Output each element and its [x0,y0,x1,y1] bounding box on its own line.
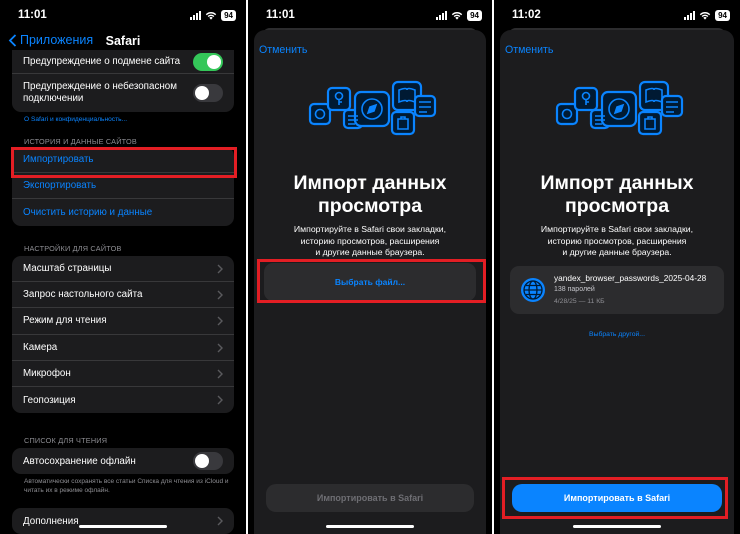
site-settings-header: НАСТРОЙКИ ДЛЯ САЙТОВ [24,244,122,253]
settings-screen: 11:01 94 Приложения Safari Предупреждени… [0,0,246,534]
chevron-right-icon [217,290,223,300]
choose-other-link[interactable]: Выбрать другой... [500,331,734,338]
extensions-group: Дополнения [12,508,234,534]
status-bar: 11:01 94 [0,0,246,30]
status-time: 11:01 [18,9,47,21]
chevron-right-icon [217,316,223,326]
clear-history-row[interactable]: Очистить историю и данные [12,199,234,225]
home-indicator [79,525,167,528]
autosave-row: Автосохранение офлайн [12,448,234,474]
import-illustration-icon [555,80,684,136]
fraud-warning-row: Предупреждение о подмене сайта [12,50,234,74]
cellular-signal-icon [684,11,696,20]
wifi-icon [205,12,217,20]
camera-row[interactable]: Камера [12,335,234,361]
chevron-right-icon [217,369,223,379]
cancel-button[interactable]: Отменить [259,44,307,56]
battery-icon: 94 [467,10,482,21]
extensions-row[interactable]: Дополнения [12,508,234,534]
reading-list-group: Автосохранение офлайн [12,448,234,475]
page-title: Safari [105,34,141,48]
desktop-site-label: Запрос настольного сайта [23,289,143,301]
import-illustration-icon [308,80,437,136]
sheet-description: Импортируйте в Safari свои закладки, ист… [293,224,447,258]
security-group: Предупреждение о подмене сайта Предупреж… [12,50,234,112]
sheet-title: Импорт данных просмотра [293,172,447,217]
reader-row[interactable]: Режим для чтения [12,308,234,335]
autosave-note: Автоматически сохранять все статьи Списк… [24,478,229,494]
fraud-warning-toggle[interactable] [193,52,223,71]
cellular-signal-icon [436,11,448,20]
autosave-toggle[interactable] [193,452,223,471]
desktop-site-row[interactable]: Запрос настольного сайта [12,282,234,309]
file-meta: 4/28/25 — 11 КБ [554,298,605,305]
sheet-description: Импортируйте в Safari свои закладки, ист… [540,224,694,258]
chevron-right-icon [217,264,223,274]
about-safari-privacy-link[interactable]: О Safari и конфиденциальность... [24,116,127,123]
status-time: 11:01 [266,9,295,21]
chevron-right-icon [217,343,223,353]
reading-list-header: СПИСОК ДЛЯ ЧТЕНИЯ [24,436,108,445]
fraud-warning-label: Предупреждение о подмене сайта [23,56,181,67]
highlight-import [11,147,237,178]
cancel-button[interactable]: Отменить [505,44,553,56]
location-label: Геопозиция [23,394,76,406]
chevron-right-icon [217,516,223,526]
import-sheet-screen: 11:01 94 Отменить Импорт данных просмотр… [248,0,492,534]
battery-icon: 94 [715,10,730,21]
selected-file-card[interactable]: yandex_browser_passwords_2025-04-28 138 … [510,266,724,314]
globe-icon [521,278,545,302]
history-section-header: ИСТОРИЯ И ДАННЫЕ САЙТОВ [24,137,137,146]
wifi-icon [699,12,711,20]
battery-icon: 94 [221,10,236,21]
import-sheet-file-selected-screen: 11:02 94 Отменить Импорт данных просмотр… [494,0,740,534]
highlight-choose-file [257,259,486,303]
file-password-count: 138 паролей [554,286,595,293]
microphone-row[interactable]: Микрофон [12,361,234,387]
file-name: yandex_browser_passwords_2025-04-28 [554,273,707,283]
insecure-connection-label: Предупреждение о небезопасном подключени… [23,81,177,104]
site-settings-group: Масштаб страницы Запрос настольного сайт… [12,256,234,414]
page-zoom-row[interactable]: Масштаб страницы [12,256,234,283]
home-indicator [573,525,661,528]
home-indicator [326,525,414,528]
camera-label: Камера [23,341,58,353]
sheet-title: Импорт данных просмотра [540,172,694,217]
extensions-label: Дополнения [23,515,79,527]
location-row[interactable]: Геопозиция [12,387,234,413]
cellular-signal-icon [190,11,202,20]
import-to-safari-button[interactable]: Импортировать в Safari [266,484,474,512]
import-sheet: Отменить Импорт данных просмотра Импорти… [500,30,734,534]
chevron-right-icon [217,395,223,405]
highlight-import-button [502,477,728,519]
status-bar: 11:02 94 [494,0,740,30]
autosave-label: Автосохранение офлайн [23,455,136,467]
insecure-connection-row: Предупреждение о небезопасном подключени… [12,74,234,112]
status-bar: 11:01 94 [248,0,492,30]
reader-label: Режим для чтения [23,315,107,327]
insecure-connection-toggle[interactable] [193,84,223,102]
status-time: 11:02 [512,9,541,21]
page-zoom-label: Масштаб страницы [23,263,112,275]
microphone-label: Микрофон [23,367,71,379]
wifi-icon [451,12,463,20]
